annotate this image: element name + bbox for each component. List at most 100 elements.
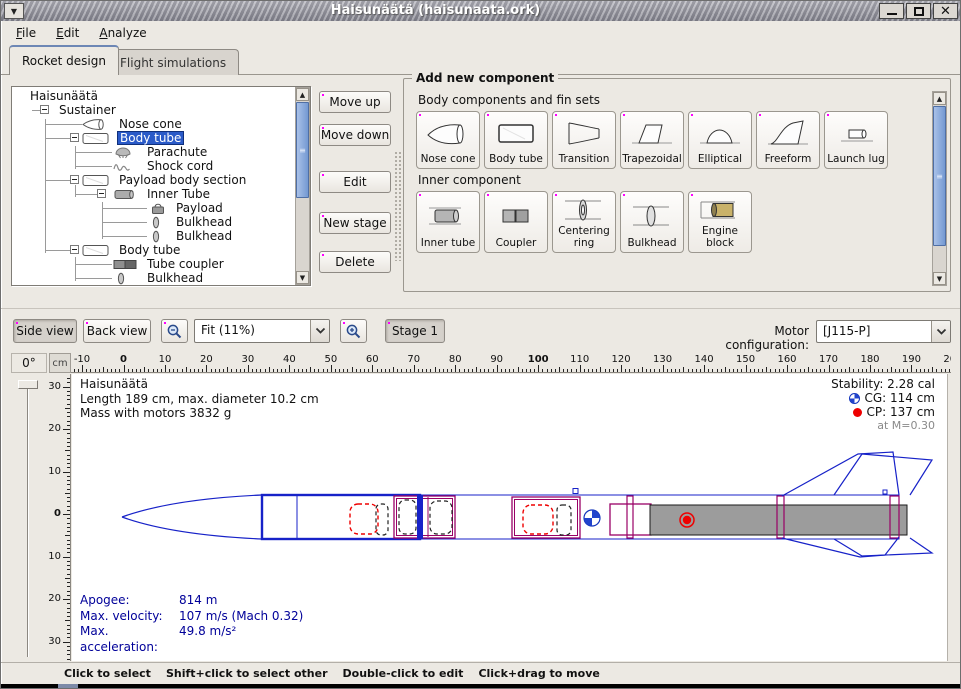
tree-scrollbar[interactable]: ▲ ≡ ▼ xyxy=(295,87,310,285)
ruler-label: 20 xyxy=(49,593,61,604)
inner-tube-outline[interactable] xyxy=(394,496,455,538)
group-label-inner-component: Inner component xyxy=(418,173,928,187)
tree-item-payload-body-section[interactable]: Payload body section xyxy=(12,173,294,187)
comp-coupler-button[interactable]: Coupler xyxy=(484,191,548,253)
comp-centering-ring-button[interactable]: Centering ring xyxy=(552,191,616,253)
zoom-level-combo[interactable]: Fit (11%) xyxy=(194,319,330,343)
scroll-down-icon[interactable]: ▼ xyxy=(296,271,309,284)
bulkhead-band[interactable] xyxy=(627,496,633,538)
tree-item-body-tube[interactable]: Body tube xyxy=(12,131,294,145)
acceleration-label: Max. acceleration: xyxy=(80,624,179,655)
cg-marker xyxy=(584,510,600,526)
comp-nose-cone-button[interactable]: Nose cone xyxy=(416,111,480,169)
tree-item-label: Payload xyxy=(174,201,225,215)
tree-expander-icon[interactable] xyxy=(70,133,79,142)
ruler-label: 120 xyxy=(612,354,631,365)
shock-cord-outline-2[interactable] xyxy=(557,505,571,535)
side-view-label: Side view xyxy=(16,324,73,338)
comp-elliptical-button[interactable]: Elliptical xyxy=(688,111,752,169)
scroll-up-icon[interactable]: ▲ xyxy=(933,92,946,105)
tree-item-bulkhead[interactable]: Bulkhead xyxy=(12,215,294,229)
ruler-label: 30 xyxy=(242,354,255,365)
scroll-down-icon[interactable]: ▼ xyxy=(933,272,946,285)
payload-outline-2[interactable] xyxy=(430,501,452,534)
menu-analyze[interactable]: Analyze xyxy=(90,24,155,42)
rocket-canvas[interactable]: Haisunäätä Length 189 cm, max. diameter … xyxy=(72,374,948,661)
tree-connector xyxy=(45,180,70,181)
back-view-button[interactable]: Back view xyxy=(83,319,151,343)
motor-configuration-combo[interactable]: [J115-P] xyxy=(816,320,951,343)
tree-expander-icon[interactable] xyxy=(70,245,79,254)
tree-item-label: Inner Tube xyxy=(145,187,212,201)
launch-lug-marker[interactable] xyxy=(573,489,578,494)
zoom-out-button[interactable] xyxy=(161,319,188,343)
tree-expander-icon[interactable] xyxy=(70,175,79,184)
close-button[interactable]: ✕ xyxy=(933,3,958,19)
parachute-outline[interactable] xyxy=(350,504,378,534)
tree-item-payload[interactable]: Payload xyxy=(12,201,294,215)
cg-value: CG: 114 cm xyxy=(864,391,935,405)
tree-connector xyxy=(75,166,112,167)
comp-engine-block-button[interactable]: Engine block xyxy=(688,191,752,253)
delete-button[interactable]: Delete xyxy=(319,251,391,273)
menu-edit[interactable]: Edit xyxy=(47,24,88,42)
zoom-in-button[interactable] xyxy=(340,319,367,343)
tree-item-tube-coupler[interactable]: Tube coupler xyxy=(12,257,294,271)
ruler-label: 50 xyxy=(325,354,338,365)
tree-connector xyxy=(75,264,112,265)
comp-inner-tube-button[interactable]: Inner tube xyxy=(416,191,480,253)
tree-item-haisun-t[interactable]: Haisunäätä xyxy=(12,89,294,103)
nose-cone-outline[interactable] xyxy=(122,495,262,539)
component-tree: HaisunäätäSustainerNose coneBody tubePar… xyxy=(12,89,294,285)
comp-transition-button[interactable]: Transition xyxy=(552,111,616,169)
side-view-button[interactable]: Side view xyxy=(13,319,77,343)
ruler-label: 200 xyxy=(943,354,951,365)
tab-flight-simulations[interactable]: Flight simulations xyxy=(107,49,239,75)
tree-item-bulkhead[interactable]: Bulkhead xyxy=(12,229,294,243)
edit-button[interactable]: Edit xyxy=(319,171,391,193)
chevron-down-icon xyxy=(931,321,950,342)
transition-icon xyxy=(561,115,607,154)
maximize-button[interactable] xyxy=(906,3,931,19)
tree-item-nose-cone[interactable]: Nose cone xyxy=(12,117,294,131)
minimize-button[interactable] xyxy=(879,3,904,19)
tree-item-parachute[interactable]: Parachute xyxy=(12,145,294,159)
new-stage-button[interactable]: New stage xyxy=(319,212,391,234)
payload-bay-outline[interactable] xyxy=(512,497,580,538)
tree-item-sustainer[interactable]: Sustainer xyxy=(12,103,294,117)
tree-item-body-tube[interactable]: Body tube xyxy=(12,243,294,257)
component-scrollbar[interactable]: ▲ ≡ ▼ xyxy=(932,91,947,286)
ruler-label: 30 xyxy=(49,635,61,646)
comp-launch-lug-button[interactable]: Launch lug xyxy=(824,111,888,169)
comp-freeform-button[interactable]: Freeform xyxy=(756,111,820,169)
component-scrollbar-thumb[interactable]: ≡ xyxy=(933,106,946,246)
tab-rocket-design[interactable]: Rocket design xyxy=(9,45,119,75)
comp-trapezoidal-button[interactable]: Trapezoidal xyxy=(620,111,684,169)
engine-block-icon xyxy=(697,194,743,226)
parachute-outline-2[interactable] xyxy=(523,505,553,534)
cp-icon xyxy=(852,407,863,418)
move-down-button[interactable]: Move down xyxy=(319,124,391,146)
tree-item-bulkhead[interactable]: Bulkhead xyxy=(12,271,294,285)
comp-bulkhead-button[interactable]: Bulkhead xyxy=(620,191,684,253)
stage-1-toggle[interactable]: Stage 1 xyxy=(385,319,445,343)
comp-body-tube-button[interactable]: Body tube xyxy=(484,111,548,169)
comp-button-label: Engine block xyxy=(690,226,750,249)
tree-expander-icon[interactable] xyxy=(40,105,49,114)
menu-file[interactable]: File xyxy=(7,24,45,42)
tree-guide-line xyxy=(75,146,76,169)
tube-coupler-outline[interactable] xyxy=(610,504,651,535)
move-up-button[interactable]: Move up xyxy=(319,91,391,113)
taskbar-item[interactable] xyxy=(58,684,78,689)
scroll-up-icon[interactable]: ▲ xyxy=(296,88,309,101)
rotation-slider-track[interactable] xyxy=(27,381,29,657)
rotation-slider-handle[interactable] xyxy=(18,380,38,389)
tube-separator-band[interactable] xyxy=(417,495,423,539)
tree-scrollbar-thumb[interactable]: ≡ xyxy=(296,102,309,198)
tree-item-shock-cord[interactable]: Shock cord xyxy=(12,159,294,173)
payload-outline[interactable] xyxy=(399,500,416,534)
tree-item-inner-tube[interactable]: Inner Tube xyxy=(12,187,294,201)
comp-button-label: Body tube xyxy=(489,154,543,166)
openrocket-window: ▼ Haisunäätä (haisunaata.ork) ✕ FileEdit… xyxy=(0,0,961,689)
tree-expander-icon[interactable] xyxy=(97,189,106,198)
